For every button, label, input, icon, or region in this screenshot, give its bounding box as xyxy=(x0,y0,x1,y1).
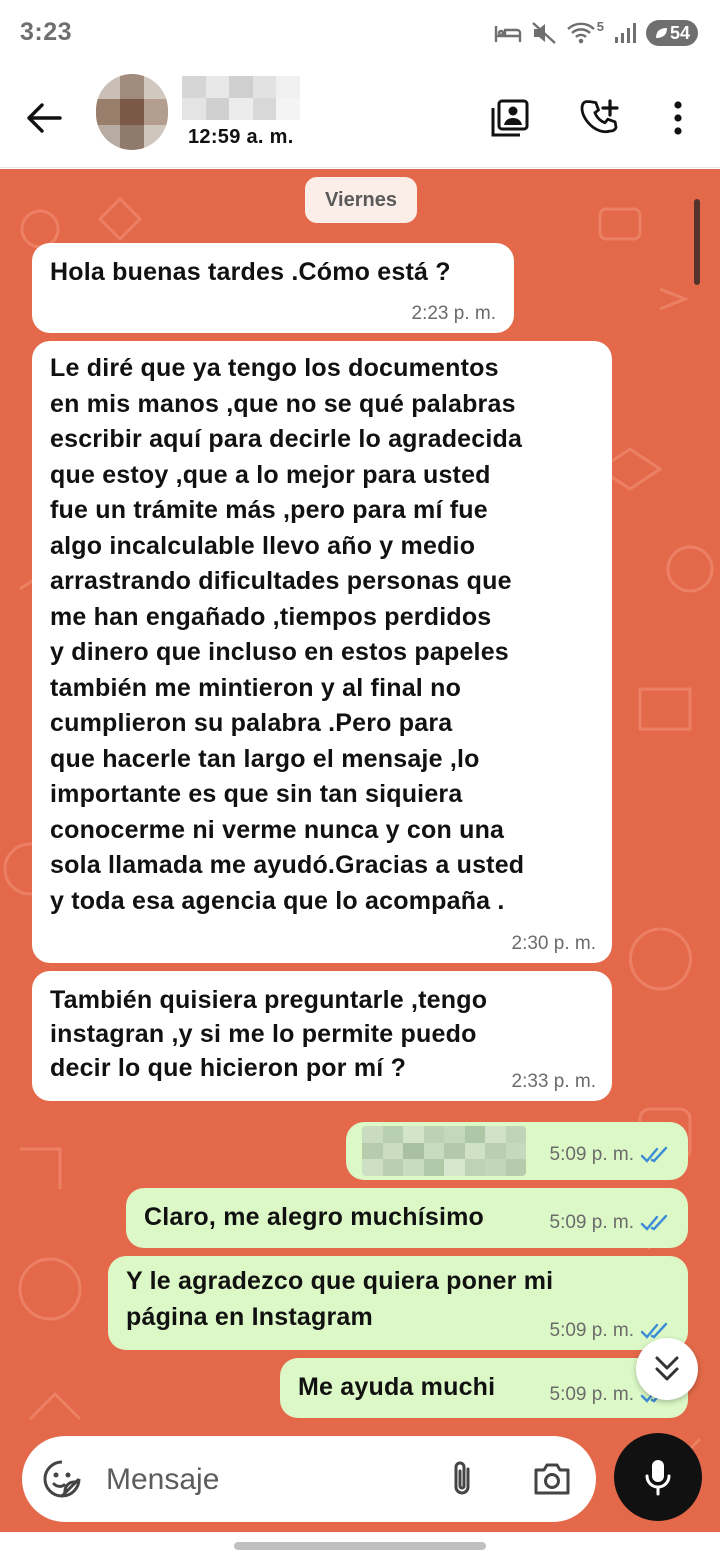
battery-level: 54 xyxy=(669,22,691,43)
message-composer xyxy=(22,1436,596,1522)
message-bubble-incoming[interactable]: Hola buenas tardes .Cómo está ? 2:23 p. … xyxy=(32,243,514,333)
message-time: 5:09 p. m. xyxy=(549,1144,635,1165)
attach-button[interactable] xyxy=(440,1457,484,1501)
more-options-button[interactable] xyxy=(654,94,702,142)
chat-area[interactable]: Viernes Hola buenas tardes .Cómo está ? … xyxy=(0,169,720,1532)
message-time: 5:09 p. m. xyxy=(549,1212,635,1233)
network-type: 5 xyxy=(596,18,604,34)
read-ticks-icon xyxy=(640,1146,668,1163)
avatar[interactable] xyxy=(96,74,168,150)
status-bar: 3:23 5 54 xyxy=(0,0,720,66)
status-time: 3:23 xyxy=(20,18,73,46)
gesture-handle[interactable] xyxy=(234,1542,486,1550)
contact-name-redacted[interactable] xyxy=(182,76,300,120)
message-bubble-outgoing[interactable]: Me ayuda muchi 5:09 p. m. xyxy=(280,1358,688,1418)
contact-card-icon xyxy=(491,99,529,137)
message-time: 5:09 p. m. xyxy=(549,1320,635,1341)
camera-icon xyxy=(534,1463,570,1495)
chat-header: 12:59 a. m. xyxy=(0,66,720,168)
message-bubble-outgoing[interactable]: Claro, me alegro muchísimo 5:09 p. m. xyxy=(126,1188,688,1248)
paperclip-icon xyxy=(454,1461,470,1495)
sticker-emoji-icon xyxy=(43,1460,81,1498)
status-icons: 5 54 xyxy=(494,18,698,48)
message-text: Claro, me alegro muchísimo xyxy=(144,1203,485,1231)
message-time: 2:23 p. m. xyxy=(411,303,497,324)
leaf-icon xyxy=(655,28,667,38)
last-seen: 12:59 a. m. xyxy=(188,126,294,148)
read-ticks-icon xyxy=(640,1214,668,1231)
message-input[interactable] xyxy=(106,1458,416,1502)
message-text: También quisiera preguntarle ,tengo inst… xyxy=(50,986,488,1082)
message-time: 5:09 p. m. xyxy=(549,1384,635,1405)
message-time: 2:33 p. m. xyxy=(511,1071,597,1092)
more-vertical-icon xyxy=(674,101,682,135)
redacted-message xyxy=(362,1126,526,1176)
back-button[interactable] xyxy=(22,96,66,140)
message-text: Y le agradezco que quiera poner mi págin… xyxy=(126,1267,554,1331)
navigation-bar xyxy=(0,1532,720,1560)
voice-message-button[interactable] xyxy=(614,1433,702,1521)
message-time: 2:30 p. m. xyxy=(511,933,597,954)
contact-card-button[interactable] xyxy=(486,94,534,142)
message-bubble-incoming[interactable]: También quisiera preguntarle ,tengo inst… xyxy=(32,971,612,1101)
microphone-icon xyxy=(645,1460,671,1496)
message-text: Le diré que ya tengo los documentos en m… xyxy=(50,354,525,915)
phone-plus-icon xyxy=(580,99,619,134)
bed-icon xyxy=(494,26,521,42)
message-text: Hola buenas tardes .Cómo está ? xyxy=(50,258,451,286)
scrollbar[interactable] xyxy=(694,199,700,285)
message-bubble-outgoing[interactable]: Y le agradezco que quiera poner mi págin… xyxy=(108,1256,688,1350)
message-bubble-outgoing[interactable]: 5:09 p. m. xyxy=(346,1122,688,1180)
mute-icon xyxy=(531,22,556,44)
battery-indicator: 54 xyxy=(646,20,698,46)
add-call-button[interactable] xyxy=(576,94,624,142)
double-chevron-down-icon xyxy=(655,1356,679,1381)
wifi-icon xyxy=(566,22,595,44)
emoji-button[interactable] xyxy=(40,1457,84,1501)
message-text: Me ayuda muchi xyxy=(298,1373,496,1401)
scroll-to-bottom-button[interactable] xyxy=(636,1338,698,1400)
arrow-left-icon xyxy=(27,103,62,133)
date-chip: Viernes xyxy=(305,177,417,223)
signal-icon xyxy=(615,23,636,43)
camera-button[interactable] xyxy=(530,1457,574,1501)
message-bubble-incoming[interactable]: Le diré que ya tengo los documentos en m… xyxy=(32,341,612,963)
